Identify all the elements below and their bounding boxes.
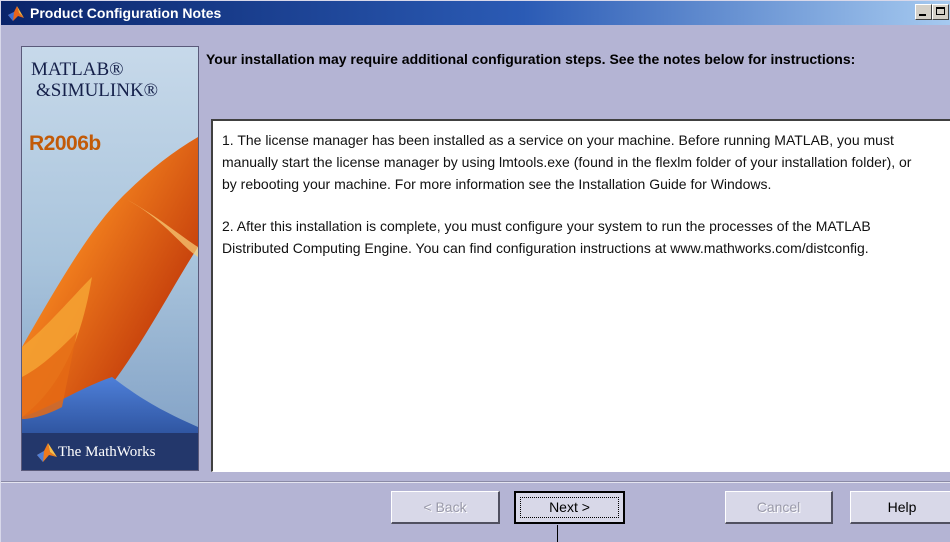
note-item: 2. After this installation is complete, … [222, 218, 871, 256]
title-bar[interactable]: Product Configuration Notes [1, 1, 950, 25]
next-button[interactable]: Next > [514, 491, 625, 524]
instructions-heading: Your installation may require additional… [206, 51, 856, 67]
next-button-label: Next > [549, 499, 590, 515]
mathworks-footer: The MathWorks [22, 433, 198, 470]
help-button[interactable]: Help [850, 491, 950, 524]
maximize-icon [936, 7, 945, 15]
mouse-cursor [557, 525, 558, 542]
membrane-graphic [22, 47, 198, 470]
product-configuration-notes-window: Product Configuration Notes MATLAB® &SIM… [0, 0, 950, 542]
matlab-membrane-icon [8, 6, 24, 21]
back-button[interactable]: < Back [391, 491, 500, 524]
maximize-button[interactable] [932, 4, 949, 20]
minimize-button[interactable] [915, 4, 932, 20]
window-title: Product Configuration Notes [30, 5, 222, 21]
button-separator [1, 481, 950, 483]
product-banner: MATLAB® &SIMULINK® R2006b The MathWorks [21, 46, 199, 471]
notes-text-area[interactable]: 1. The license manager has been installe… [211, 119, 950, 472]
minimize-icon [919, 14, 926, 16]
matlab-logo-text: MATLAB® [31, 59, 124, 80]
note-item: 1. The license manager has been installe… [222, 132, 912, 192]
simulink-logo-text: &SIMULINK® [36, 80, 159, 101]
company-name: The MathWorks [58, 444, 156, 460]
mathworks-logo-icon [37, 443, 57, 462]
cancel-button[interactable]: Cancel [725, 491, 833, 524]
release-label: R2006b [29, 132, 101, 155]
